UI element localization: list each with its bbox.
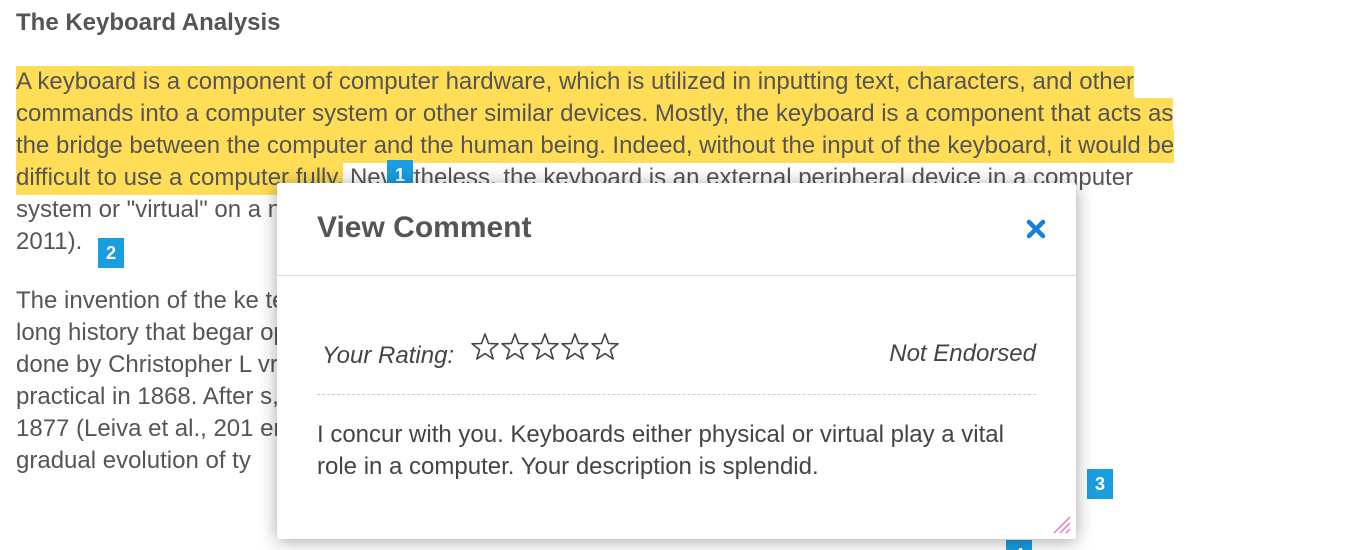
comment-marker-4[interactable]: 4 bbox=[1006, 540, 1032, 550]
rating-row: Your Rating: Not Endorsed bbox=[317, 328, 1036, 395]
rating-label: Your Rating: bbox=[322, 342, 455, 369]
dialog-header: View Comment bbox=[277, 183, 1076, 276]
star-outline-icon[interactable] bbox=[500, 330, 530, 364]
comment-marker-2[interactable]: 2 bbox=[98, 238, 124, 268]
comment-body: I concur with you. Keyboards either phys… bbox=[317, 421, 1004, 480]
view-comment-dialog: View Comment Your Rating: Not Endorsed I… bbox=[277, 183, 1076, 539]
rating-stars[interactable] bbox=[470, 330, 620, 364]
star-outline-icon[interactable] bbox=[530, 330, 560, 364]
star-outline-icon[interactable] bbox=[560, 330, 590, 364]
comment-marker-3[interactable]: 3 bbox=[1087, 469, 1113, 499]
star-outline-icon[interactable] bbox=[590, 330, 620, 364]
dialog-title: View Comment bbox=[317, 211, 532, 244]
close-icon[interactable] bbox=[1024, 217, 1048, 241]
document-title: The Keyboard Analysis bbox=[16, 9, 281, 36]
resize-handle-icon[interactable] bbox=[1048, 511, 1072, 535]
endorsement-status: Not Endorsed bbox=[889, 340, 1036, 367]
star-outline-icon[interactable] bbox=[470, 330, 500, 364]
